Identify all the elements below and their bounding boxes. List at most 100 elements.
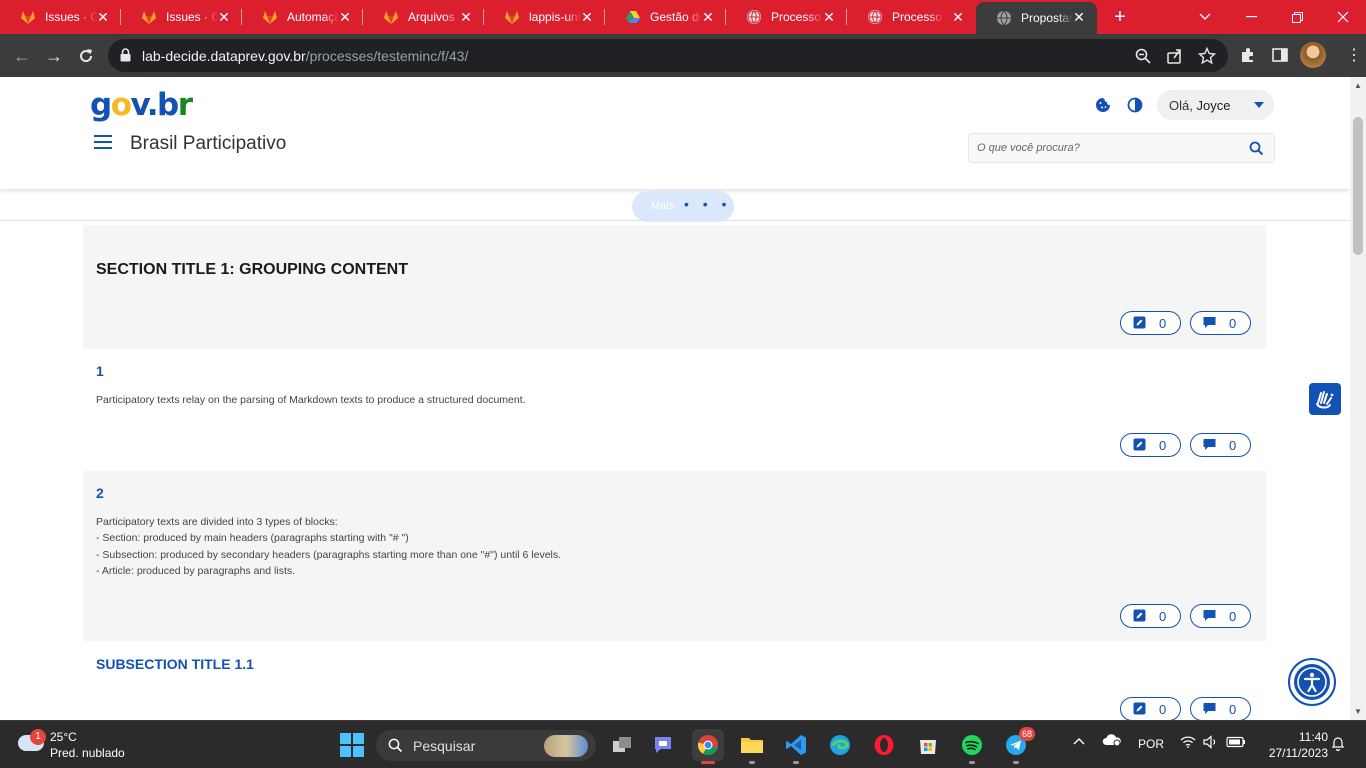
browser-tab[interactable]: Processo ✕ [847,0,976,34]
edit-icon [1133,702,1146,715]
site-title[interactable]: Brasil Participativo [130,133,286,155]
chat-icon[interactable] [647,729,679,761]
system-clock[interactable]: 11:40 27/11/2023 [1256,729,1328,761]
amendments-button[interactable]: 0 [1120,433,1181,457]
reload-icon[interactable] [74,44,98,68]
browser-tab[interactable]: Automação ✕ [242,0,363,34]
browser-tab[interactable]: Issues · GitLab ✕ [0,0,121,34]
tab-close-icon[interactable]: ✕ [337,9,353,25]
comment-icon [1203,610,1216,621]
article-number: 2 [96,485,104,501]
spotify-icon[interactable] [956,729,988,764]
back-arrow-icon[interactable]: ← [10,44,34,68]
browser-tab[interactable]: Gestão de ✕ [605,0,726,34]
gitlab-icon [504,9,520,25]
weather-widget[interactable]: 1 25°C Pred. nublado [16,729,146,763]
file-explorer-icon[interactable] [736,729,768,764]
section-block: SECTION TITLE 1: GROUPING CONTENT 0 0 [83,225,1266,349]
tab-close-icon[interactable]: ✕ [821,9,837,25]
section-title: SECTION TITLE 1: GROUPING CONTENT [96,261,409,278]
tab-search-chevron-icon[interactable] [1182,0,1228,34]
amendments-button[interactable]: 0 [1120,311,1181,335]
page-scrollbar[interactable]: ▲ ▼ [1350,77,1366,720]
browser-tab-active[interactable]: Propostas ✕ [976,2,1097,34]
more-button[interactable]: Mais • • • [632,191,734,222]
globe-icon [996,10,1012,26]
browser-tab[interactable]: lappis-unb ✕ [484,0,605,34]
tab-title: Issues · GitLab [166,10,218,24]
more-label: Mais [651,200,675,212]
scroll-down-arrow-icon[interactable]: ▼ [1354,707,1362,716]
new-tab-plus-icon[interactable]: + [1110,7,1130,27]
tab-close-icon[interactable]: ✕ [1071,9,1087,25]
article-block: 1 Participatory texts relay on the parsi… [83,349,1266,471]
comments-button[interactable]: 0 [1190,604,1251,628]
scrollbar-thumb[interactable] [1353,117,1363,255]
accessibility-button[interactable] [1288,658,1336,706]
amendments-button[interactable]: 0 [1120,604,1181,628]
comments-button[interactable]: 0 [1190,311,1251,335]
side-panel-icon[interactable] [1271,46,1289,64]
browser-tab[interactable]: Arquivos ✕ [363,0,484,34]
tab-title: Propostas [1021,11,1073,25]
restore-icon[interactable] [1274,0,1320,34]
vscode-icon[interactable] [780,729,812,764]
edge-icon[interactable] [824,729,856,761]
notification-bell-icon[interactable] [1331,735,1345,754]
tray-chevron-up-icon[interactable] [1073,734,1085,748]
tab-close-icon[interactable]: ✕ [700,9,716,25]
browser-tab[interactable]: Processo ✕ [726,0,847,34]
browser-tab[interactable]: Issues · GitLab ✕ [121,0,242,34]
tab-close-icon[interactable]: ✕ [950,9,966,25]
taskbar-search[interactable]: Pesquisar [376,730,596,761]
tab-close-icon[interactable]: ✕ [95,9,111,25]
search-icon[interactable] [1249,141,1264,161]
sign-language-hands-icon[interactable] [1309,383,1341,415]
gitlab-icon [383,9,399,25]
chrome-app-icon[interactable] [692,729,724,764]
page-viewport: gov.br Brasil Participativo Olá, Joyce M… [0,77,1350,720]
share-icon[interactable] [1166,47,1184,65]
scroll-up-arrow-icon[interactable]: ▲ [1354,81,1362,90]
weather-description: Pred. nublado [50,746,125,760]
task-view-icon[interactable] [606,729,638,761]
minimize-icon[interactable] [1228,0,1274,34]
telegram-icon[interactable]: 68 [1000,727,1035,764]
windows-start-icon[interactable] [340,733,364,757]
chrome-menu-icon[interactable]: ⋮ [1346,44,1362,68]
bookmark-star-icon[interactable] [1197,46,1217,65]
volume-icon[interactable] [1203,735,1219,752]
battery-icon[interactable] [1226,736,1246,751]
lock-icon[interactable] [120,48,131,67]
site-search-input[interactable] [977,139,1237,157]
user-menu-button[interactable]: Olá, Joyce [1157,90,1274,120]
more-dots-icon: • • • [684,196,732,212]
user-name: Joyce [1196,98,1231,113]
govbr-logo[interactable]: gov.br [90,85,193,125]
cookie-icon[interactable] [1095,97,1111,113]
tab-close-icon[interactable]: ✕ [458,9,474,25]
comments-button[interactable]: 0 [1190,697,1251,720]
tab-close-icon[interactable]: ✕ [216,9,232,25]
amendments-count: 0 [1159,438,1167,453]
language-indicator[interactable]: POR [1138,737,1164,751]
amendments-button[interactable]: 0 [1120,697,1181,720]
hamburger-menu-icon[interactable] [94,135,112,151]
zoom-icon[interactable] [1134,47,1152,65]
onedrive-cloud-icon[interactable] [1102,733,1122,750]
comments-button[interactable]: 0 [1190,433,1251,457]
extensions-puzzle-icon[interactable] [1239,46,1257,64]
amendments-count: 0 [1159,609,1167,624]
microsoft-store-icon[interactable] [912,729,944,761]
tab-close-icon[interactable]: ✕ [579,9,595,25]
weather-badge: 1 [30,729,46,745]
wifi-icon[interactable] [1180,736,1196,751]
profile-avatar[interactable] [1300,42,1326,68]
contrast-icon[interactable] [1127,97,1143,113]
opera-icon[interactable] [868,729,900,761]
close-window-icon[interactable] [1320,0,1366,34]
accessibility-person-icon [1294,664,1330,700]
url-text[interactable]: lab-decide.dataprev.gov.br/processes/tes… [142,48,468,64]
address-bar[interactable]: lab-decide.dataprev.gov.br/processes/tes… [108,39,1228,72]
forward-arrow-icon[interactable]: → [42,44,66,68]
